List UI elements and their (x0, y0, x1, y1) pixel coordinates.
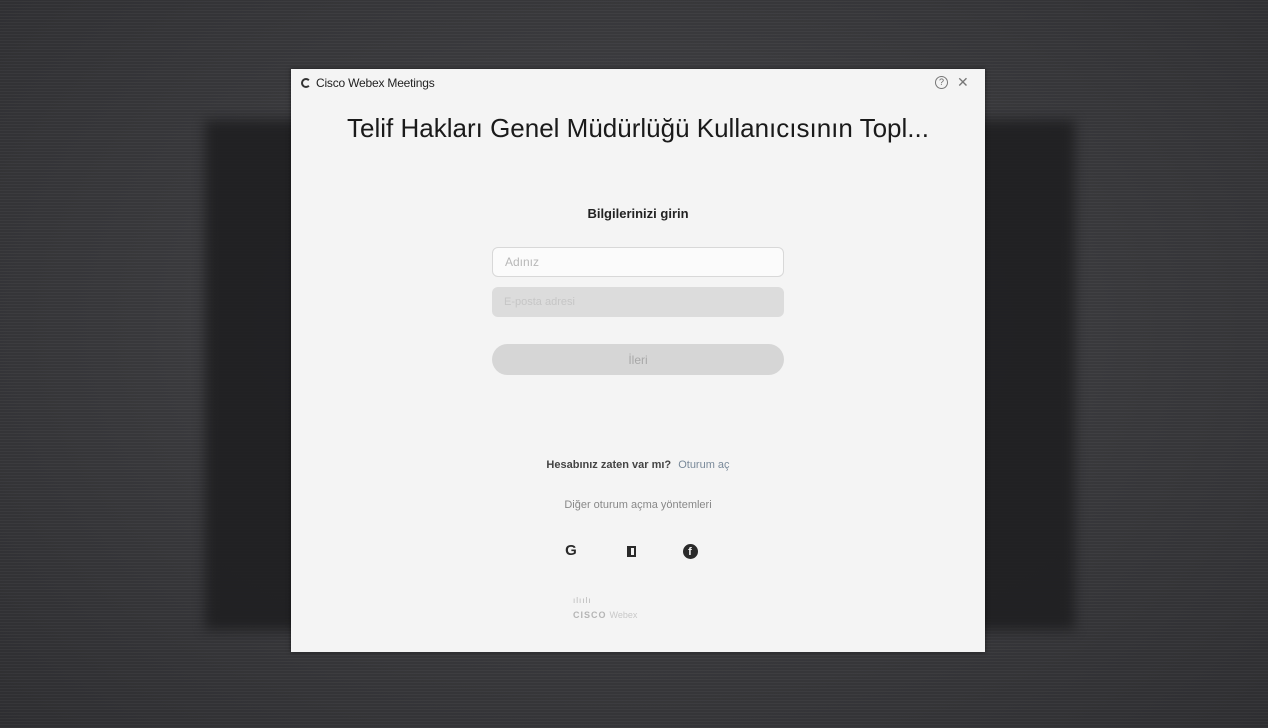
email-input[interactable] (492, 287, 784, 317)
close-icon[interactable]: ✕ (957, 74, 969, 91)
meeting-title: Telif Hakları Genel Müdürlüğü Kullanıcıs… (347, 113, 929, 143)
facebook-glyph: f (682, 543, 698, 559)
office-icon[interactable] (617, 537, 645, 565)
webex-join-dialog: Cisco Webex Meetings ? ✕ Telif Hakları G… (291, 69, 985, 652)
title-bar: Cisco Webex Meetings ? ✕ (291, 69, 985, 101)
next-button[interactable]: İleri (492, 344, 784, 375)
account-prompt: Hesabınız zaten var mı? Oturum aç (291, 459, 985, 471)
signin-link[interactable]: Oturum aç (678, 459, 729, 471)
cisco-webex-logo: ılıılı CISCO Webex (573, 597, 683, 627)
app-title: Cisco Webex Meetings (316, 76, 435, 90)
name-input[interactable] (492, 247, 784, 277)
form-heading: Bilgilerinizi girin (587, 206, 689, 221)
google-icon[interactable]: G (557, 537, 585, 565)
cisco-word: CISCO (573, 610, 607, 620)
office-glyph (626, 545, 636, 557)
cisco-bars: ılıılı (573, 596, 592, 605)
webex-logo-icon (301, 78, 311, 88)
other-signin-methods-label: Diğer oturum açma yöntemleri (564, 499, 712, 511)
webex-word: Webex (609, 610, 638, 620)
account-question: Hesabınız zaten var mı? (546, 459, 672, 471)
help-icon[interactable]: ? (935, 76, 948, 89)
facebook-icon[interactable]: f (676, 537, 704, 565)
